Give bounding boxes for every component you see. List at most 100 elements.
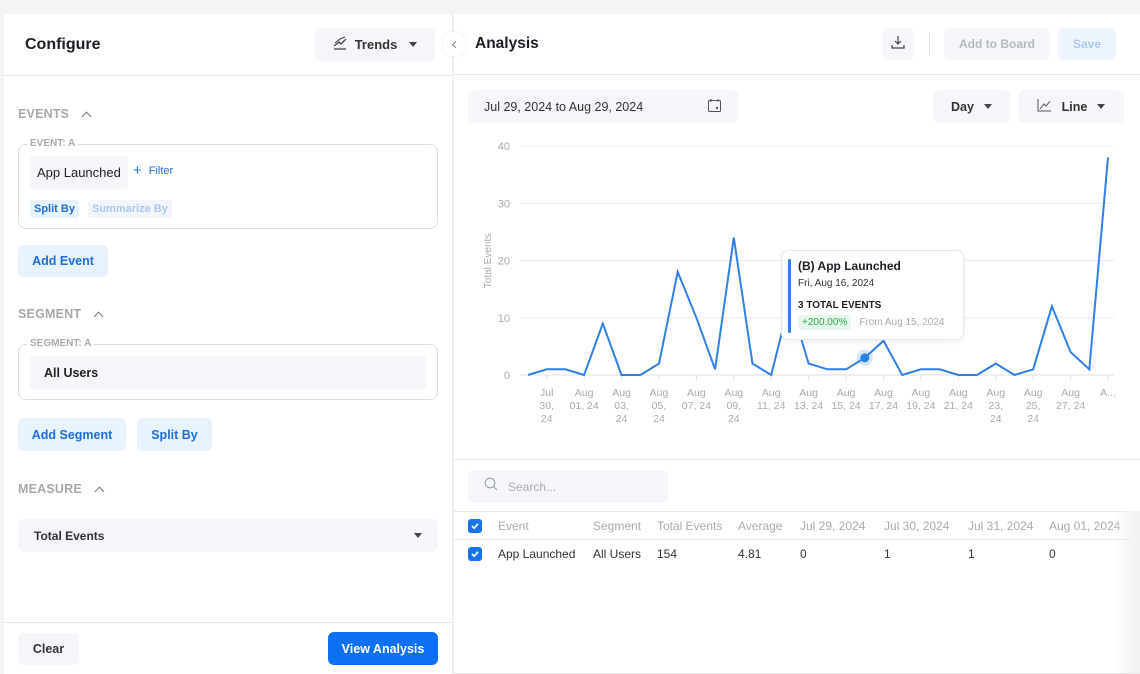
data-point: [1050, 304, 1054, 308]
chart-type-dropdown[interactable]: Line: [1018, 90, 1124, 123]
search-icon: [484, 477, 498, 496]
data-point: [638, 373, 642, 377]
configure-header: Configure Trends: [4, 14, 452, 76]
column-header-date[interactable]: Jul 29, 2024: [800, 519, 884, 533]
measure-dropdown[interactable]: Total Events: [18, 519, 438, 552]
x-tick-label: Aug 13, 24: [794, 387, 823, 412]
column-header-total-events[interactable]: Total Events: [657, 519, 738, 533]
x-tick-label: Aug 21, 24: [944, 387, 973, 412]
row-checkbox[interactable]: [468, 547, 482, 561]
app-window: Configure Trends EVENTS EVENT: A App Lau…: [0, 0, 1140, 674]
download-button[interactable]: [882, 28, 914, 60]
filter-label: Filter: [148, 165, 174, 177]
segment-split-by-button[interactable]: Split By: [137, 418, 212, 451]
add-to-board-button[interactable]: Add to Board: [944, 28, 1050, 60]
search-input[interactable]: [508, 479, 648, 494]
x-tick-label: Aug 17, 24: [869, 387, 898, 412]
events-section-toggle[interactable]: EVENTS: [18, 107, 92, 121]
data-point: [676, 270, 680, 274]
data-point: [563, 367, 567, 371]
tooltip-total: 3 TOTAL EVENTS: [798, 300, 882, 311]
measure-value: Total Events: [34, 528, 105, 543]
column-header-event[interactable]: Event: [498, 519, 593, 533]
caret-down-icon: [983, 104, 992, 109]
segment-section-toggle[interactable]: SEGMENT: [18, 307, 104, 321]
event-a-card: EVENT: A App Launched + Filter Split By …: [18, 138, 438, 229]
column-header-segment[interactable]: Segment: [593, 519, 657, 533]
save-button[interactable]: Save: [1058, 28, 1116, 60]
cell-segment: All Users: [593, 547, 642, 561]
data-point: [694, 316, 698, 320]
view-analysis-button[interactable]: View Analysis: [328, 632, 438, 665]
date-range-picker[interactable]: Jul 29, 2024 to Aug 29, 2024: [468, 90, 738, 123]
data-point: [844, 367, 848, 371]
events-section-label: EVENTS: [18, 107, 70, 121]
add-filter-button[interactable]: + Filter: [133, 163, 174, 178]
data-point: [1069, 350, 1073, 354]
x-tick-label: Aug 23, 24: [986, 387, 1005, 425]
y-tick-label: 0: [504, 370, 510, 382]
data-point: [1106, 155, 1110, 159]
data-point: [751, 362, 755, 366]
add-event-button[interactable]: Add Event: [18, 245, 108, 277]
interval-value: Day: [951, 99, 974, 114]
interval-dropdown[interactable]: Day: [933, 90, 1010, 123]
caret-down-icon: [414, 533, 422, 538]
analysis-type-dropdown[interactable]: Trends: [315, 28, 435, 61]
configure-panel: Configure Trends EVENTS EVENT: A App Lau…: [4, 14, 453, 674]
x-tick-label: Aug 07, 24: [682, 387, 711, 412]
analysis-type-label: Trends: [354, 37, 398, 52]
add-segment-button[interactable]: Add Segment: [18, 418, 126, 451]
cell-average: 4.81: [738, 547, 762, 561]
event-split-by-button[interactable]: Split By: [30, 200, 79, 218]
clear-button[interactable]: Clear: [18, 632, 79, 665]
configure-footer: Clear View Analysis: [4, 622, 452, 674]
data-point: [582, 373, 586, 377]
segment-section-label: SEGMENT: [18, 307, 82, 321]
measure-section-label: MEASURE: [18, 482, 82, 496]
column-header-date[interactable]: Jul 31, 2024: [968, 519, 1049, 533]
chart-type-value: Line: [1061, 99, 1088, 114]
x-tick-label: Aug 27, 24: [1056, 387, 1085, 412]
y-tick-label: 10: [498, 313, 510, 325]
data-point: [994, 362, 998, 366]
chart-toolbar: Jul 29, 2024 to Aug 29, 2024 Day Line: [468, 90, 1124, 123]
segment-value[interactable]: All Users: [30, 356, 426, 389]
data-point: [956, 373, 960, 377]
select-all-checkbox[interactable]: [468, 518, 482, 533]
data-point: [601, 321, 605, 325]
analysis-header: Analysis Add to Board Save: [454, 14, 1140, 75]
highlighted-data-point: [860, 353, 870, 363]
measure-section-toggle[interactable]: MEASURE: [18, 482, 105, 496]
tooltip-title: (B) App Launched: [798, 259, 901, 273]
y-axis-label: Total Events: [483, 234, 494, 288]
chevron-left-icon: [451, 40, 459, 48]
data-point: [1087, 367, 1091, 371]
event-a-legend: EVENT: A: [27, 138, 79, 149]
column-header-average[interactable]: Average: [738, 519, 800, 533]
y-tick-label: 40: [498, 141, 510, 153]
chart-tooltip: (B) App Launched Fri, Aug 16, 2024 3 TOT…: [781, 250, 964, 340]
table-search[interactable]: [468, 470, 668, 503]
x-tick-label: Aug 19, 24: [906, 387, 935, 412]
data-point: [526, 373, 530, 377]
data-point: [545, 367, 549, 371]
y-tick-label: 20: [498, 256, 510, 268]
data-point: [919, 367, 923, 371]
event-name-chip[interactable]: App Launched: [30, 156, 128, 189]
summarize-by-button[interactable]: Summarize By: [88, 200, 172, 218]
x-tick-label: Aug 09, 24: [724, 387, 743, 425]
line-chart: 0 10 20 30 40 Total Events Jul 30, 24 Aug 01, 24 Au…: [454, 134, 1140, 454]
data-point: [938, 367, 942, 371]
x-tick-label: A...: [1100, 387, 1116, 399]
table-row: App Launched All Users 154 4.81 0 1 1 0: [454, 540, 1140, 568]
calendar-icon: [707, 98, 722, 116]
cell-date-value: 1: [968, 547, 975, 561]
tooltip-date: Fri, Aug 16, 2024: [798, 278, 875, 289]
tooltip-from: From Aug 15, 2024: [859, 317, 945, 328]
analysis-title: Analysis: [475, 35, 539, 52]
collapse-panel-button[interactable]: [443, 32, 465, 56]
x-tick-label: Aug 25, 24: [1024, 387, 1043, 425]
column-header-date[interactable]: Jul 30, 2024: [884, 519, 968, 533]
chevron-up-icon: [94, 486, 105, 496]
